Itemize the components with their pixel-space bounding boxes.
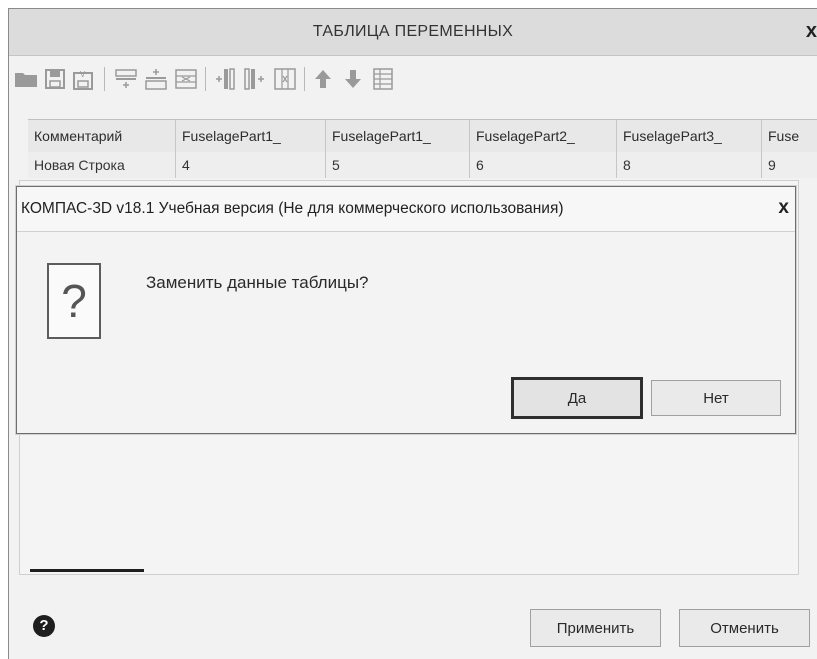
window-title: ТАБЛИЦА ПЕРЕМЕННЫХ [312, 23, 514, 40]
toolbar-separator [205, 67, 206, 91]
dialog-message: Заменить данные таблицы? [146, 273, 369, 292]
close-icon[interactable]: x [778, 197, 789, 219]
table-settings-icon[interactable] [370, 65, 396, 93]
delete-column-icon[interactable] [272, 65, 298, 93]
save-icon[interactable] [42, 65, 68, 93]
column-header[interactable]: Комментарий [28, 120, 176, 152]
variables-table: Комментарий FuselagePart1_ FuselagePart1… [28, 119, 817, 179]
table-row[interactable]: Новая Строка 4 5 6 8 9 [28, 152, 817, 178]
table-header-row: Комментарий FuselagePart1_ FuselagePart1… [28, 119, 817, 153]
cancel-button[interactable]: Отменить [679, 609, 810, 647]
move-down-icon[interactable] [340, 65, 366, 93]
close-icon[interactable]: x [795, 19, 817, 43]
table-cell[interactable]: 6 [470, 152, 617, 178]
svg-text:V: V [80, 70, 86, 79]
table-cell[interactable]: Новая Строка [28, 152, 176, 178]
toolbar-separator [104, 67, 105, 91]
column-header[interactable]: FuselagePart1_ [326, 120, 470, 152]
move-up-icon[interactable] [310, 65, 336, 93]
insert-row-above-icon[interactable] [113, 65, 139, 93]
column-header[interactable]: Fuse [762, 120, 817, 152]
column-header[interactable]: FuselagePart3_ [617, 120, 762, 152]
question-icon: ? [47, 263, 101, 339]
table-cell[interactable]: 4 [176, 152, 326, 178]
no-button[interactable]: Нет [651, 380, 781, 416]
yes-button[interactable]: Да [511, 377, 643, 419]
apply-button[interactable]: Применить [530, 609, 661, 647]
dialog-title: КОМПАС-3D v18.1 Учебная версия (Не для к… [21, 200, 564, 217]
insert-column-left-icon[interactable] [212, 65, 238, 93]
insert-row-below-icon[interactable] [143, 65, 169, 93]
toolbar-separator [304, 67, 305, 91]
open-folder-icon[interactable] [13, 65, 39, 93]
table-cell[interactable]: 8 [617, 152, 762, 178]
dialog-title-bar: КОМПАС-3D v18.1 Учебная версия (Не для к… [17, 187, 795, 232]
column-header[interactable]: FuselagePart1_ [176, 120, 326, 152]
delete-row-icon[interactable] [173, 65, 199, 93]
confirm-dialog: КОМПАС-3D v18.1 Учебная версия (Не для к… [16, 186, 796, 434]
toolbar: V [9, 55, 817, 107]
table-cell[interactable]: 9 [762, 152, 817, 178]
horizontal-scrollbar[interactable] [30, 569, 144, 572]
column-header[interactable]: FuselagePart2_ [470, 120, 617, 152]
save-as-icon[interactable]: V [71, 65, 97, 93]
insert-column-right-icon[interactable] [242, 65, 268, 93]
window-title-bar: ТАБЛИЦА ПЕРЕМЕННЫХ x [9, 9, 817, 56]
table-cell[interactable]: 5 [326, 152, 470, 178]
help-icon[interactable]: ? [33, 615, 55, 637]
